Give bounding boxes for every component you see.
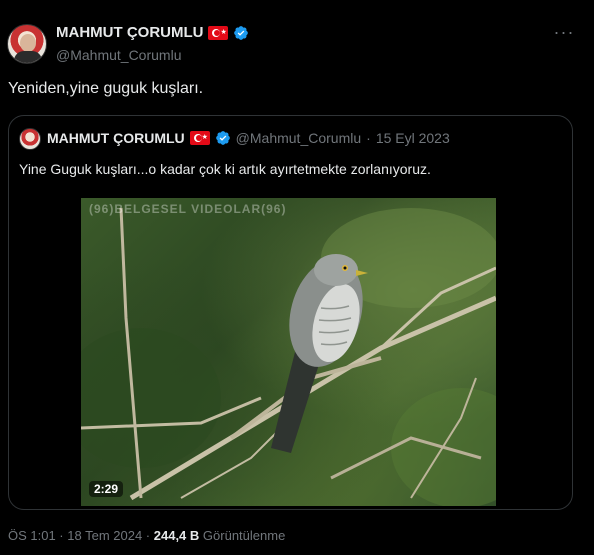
author-display-name[interactable]: MAHMUT ÇORUMLU (56, 24, 203, 41)
turkey-flag-icon: ★ (189, 131, 210, 145)
verified-badge-icon (215, 130, 231, 146)
quoted-display-name[interactable]: MAHMUT ÇORUMLU (47, 130, 185, 146)
more-options-icon[interactable]: ··· (552, 23, 576, 46)
views-label: Görüntülenme (202, 528, 286, 543)
quoted-separator: · (366, 130, 371, 146)
video-duration: 2:29 (89, 481, 124, 497)
video-watermark: (96)BELGESEL VIDEOLAR(96) (89, 202, 287, 216)
author-handle[interactable]: @Mahmut_Corumlu (56, 47, 181, 63)
author-name-row: MAHMUT ÇORUMLU ★ (56, 24, 249, 41)
views-count: 244,4 B (153, 528, 200, 543)
quoted-handle[interactable]: @Mahmut_Corumlu (236, 130, 361, 146)
quoted-date[interactable]: 15 Eyl 2023 (376, 130, 450, 146)
quoted-author-avatar[interactable] (19, 128, 41, 150)
tweet-meta: ÖS 1:01 · 18 Tem 2024 · 244,4 B Görüntül… (8, 528, 285, 543)
quoted-tweet[interactable]: MAHMUT ÇORUMLU ★ @Mahmut_Corumlu · 15 Ey… (8, 115, 573, 510)
quoted-text: Yine Guguk kuşları...o kadar çok ki artı… (19, 161, 431, 177)
author-avatar[interactable] (7, 24, 47, 64)
verified-badge-icon[interactable] (233, 25, 249, 41)
tweet: MAHMUT ÇORUMLU ★ @Mahmut_Corumlu ··· Yen… (0, 0, 594, 555)
cuckoo-bird-image (81, 207, 496, 506)
tweet-text: Yeniden,yine guguk kuşları. (8, 80, 204, 97)
turkey-flag-icon: ★ (208, 25, 229, 40)
video-player[interactable]: (96)BELGESEL VIDEOLAR(96) 2:29 (81, 198, 496, 506)
quoted-header: MAHMUT ÇORUMLU ★ @Mahmut_Corumlu · 15 Ey… (47, 130, 450, 146)
tweet-timestamp[interactable]: ÖS 1:01 · 18 Tem 2024 · (8, 528, 150, 543)
